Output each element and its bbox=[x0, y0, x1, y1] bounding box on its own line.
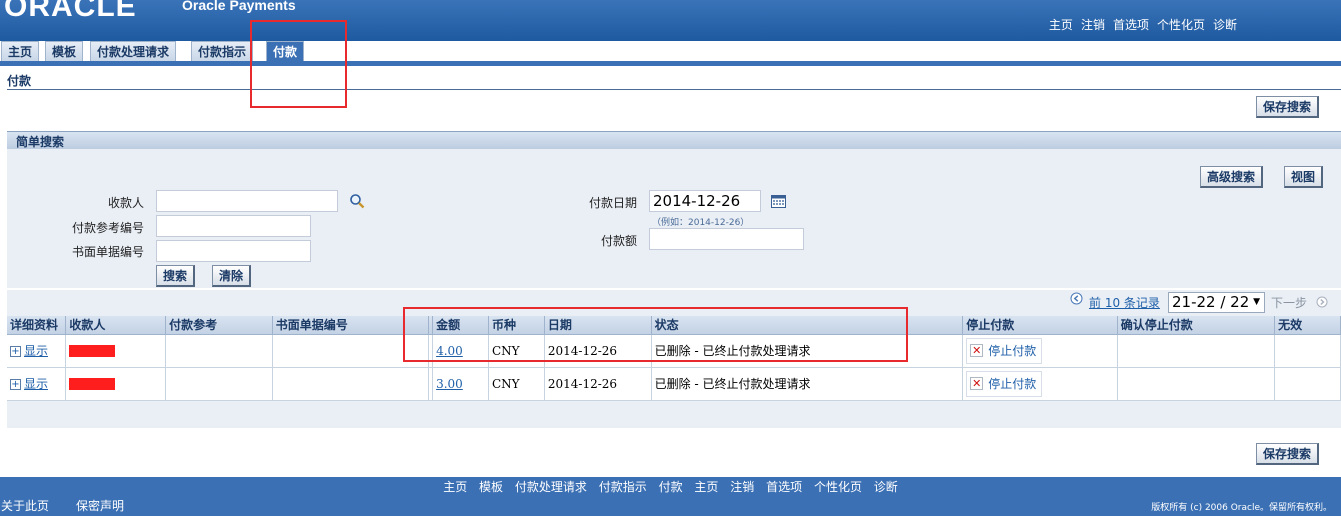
search-lookup-icon[interactable] bbox=[349, 193, 365, 212]
payment-ref-cell bbox=[165, 367, 273, 401]
col-void: 无效 bbox=[1274, 316, 1341, 335]
stop-x-icon: ✕ bbox=[970, 377, 984, 390]
global-link-personalize[interactable]: 个性化页 bbox=[1157, 16, 1205, 33]
amount-cell: 3.00 bbox=[432, 367, 489, 401]
next-icon bbox=[1316, 296, 1328, 311]
payee-label: 收款人 bbox=[107, 196, 144, 210]
col-payment-ref: 付款参考 bbox=[165, 316, 273, 335]
payee-input[interactable] bbox=[156, 190, 338, 212]
dropdown-arrow-icon: ▼ bbox=[1253, 297, 1260, 307]
tab-home[interactable]: 主页 bbox=[1, 41, 40, 63]
previous-icon[interactable] bbox=[1070, 292, 1083, 308]
footer-link-diagnostics[interactable]: 诊断 bbox=[874, 480, 898, 494]
calendar-icon[interactable] bbox=[771, 194, 786, 211]
footer-link-home[interactable]: 主页 bbox=[443, 480, 467, 494]
col-confirm-stop: 确认停止付款 bbox=[1117, 316, 1276, 335]
global-link-preferences[interactable]: 首选项 bbox=[1113, 16, 1149, 33]
stop-payment-cell: ✕ 停止付款 bbox=[962, 367, 1118, 401]
payment-amount-label: 付款额 bbox=[600, 234, 637, 248]
page-title: 付款 bbox=[7, 74, 32, 88]
app-name: Oracle Payments bbox=[182, 0, 296, 13]
expand-icon[interactable]: + bbox=[10, 379, 21, 390]
payment-ref-input[interactable] bbox=[156, 215, 311, 237]
copyright-text: 版权所有 (c) 2006 Oracle。保留所有权利。 bbox=[1151, 503, 1332, 513]
payment-ref-cell bbox=[165, 334, 273, 368]
tab-underline bbox=[0, 61, 1341, 66]
col-payee: 收款人 bbox=[65, 316, 167, 335]
global-link-home[interactable]: 主页 bbox=[1049, 16, 1073, 33]
show-detail-link[interactable]: 显示 bbox=[24, 377, 48, 391]
date-format-hint: （例如：2014-12-26） bbox=[652, 218, 750, 228]
show-detail-link[interactable]: 显示 bbox=[24, 344, 48, 358]
tab-payment-instructions[interactable]: 付款指示 bbox=[191, 41, 254, 63]
redacted-payee bbox=[69, 345, 116, 357]
simple-search-title: 简单搜索 bbox=[16, 135, 65, 149]
footer-links: 主页 模板 付款处理请求 付款指示 付款 主页 注销 首选项 个性化页 诊断 bbox=[0, 478, 1341, 495]
paper-doc-cell bbox=[272, 367, 430, 401]
title-divider bbox=[7, 89, 1341, 90]
expand-icon[interactable]: + bbox=[10, 346, 21, 357]
footer-link-home-2[interactable]: 主页 bbox=[694, 480, 718, 494]
footer-link-personalize[interactable]: 个性化页 bbox=[814, 480, 862, 494]
global-links: 主页 注销 首选项 个性化页 诊断 bbox=[1049, 16, 1237, 33]
void-cell bbox=[1274, 367, 1341, 401]
paper-doc-label: 书面单据编号 bbox=[71, 245, 144, 259]
footer-link-logout[interactable]: 注销 bbox=[730, 480, 754, 494]
footer-bar: 主页 模板 付款处理请求 付款指示 付款 主页 注销 首选项 个性化页 诊断 关… bbox=[0, 477, 1341, 516]
stop-x-icon: ✕ bbox=[970, 344, 984, 357]
stop-payment-cell: ✕ 停止付款 bbox=[962, 334, 1118, 368]
void-cell bbox=[1274, 334, 1341, 368]
save-search-button-top[interactable]: 保存搜索 bbox=[1256, 96, 1320, 118]
status-cell: 已删除 - 已终止付款处理请求 bbox=[651, 367, 964, 401]
search-button[interactable]: 搜索 bbox=[156, 265, 196, 287]
currency-cell: CNY bbox=[488, 367, 545, 401]
next-step-label: 下一步 bbox=[1271, 296, 1308, 310]
global-link-logout[interactable]: 注销 bbox=[1081, 16, 1105, 33]
footer-link-templates[interactable]: 模板 bbox=[479, 480, 503, 494]
view-button[interactable]: 视图 bbox=[1284, 166, 1324, 188]
tab-payment-process-requests[interactable]: 付款处理请求 bbox=[90, 41, 177, 63]
record-range-select[interactable]: 21-22 / 22 ▼ bbox=[1168, 292, 1265, 313]
payment-date-label: 付款日期 bbox=[588, 196, 637, 210]
record-range-value: 21-22 / 22 bbox=[1172, 293, 1250, 311]
oracle-logo: ORACLE bbox=[4, 0, 137, 23]
paper-doc-input[interactable] bbox=[156, 240, 311, 262]
simple-search-header: 简单搜索 bbox=[7, 131, 1341, 149]
annotation-box-tab bbox=[250, 20, 347, 108]
detail-cell: + 显示 bbox=[7, 334, 67, 368]
clear-button[interactable]: 清除 bbox=[212, 265, 252, 287]
col-stop-payment: 停止付款 bbox=[962, 316, 1118, 335]
stop-payment-button[interactable]: ✕ 停止付款 bbox=[966, 337, 1043, 364]
about-page-link[interactable]: 关于此页 bbox=[1, 497, 49, 514]
footer-link-payments[interactable]: 付款 bbox=[659, 480, 683, 494]
footer-link-payment-process-requests[interactable]: 付款处理请求 bbox=[515, 480, 587, 494]
payee-cell bbox=[65, 334, 167, 368]
detail-cell: + 显示 bbox=[7, 367, 67, 401]
global-link-diagnostics[interactable]: 诊断 bbox=[1213, 16, 1237, 33]
advanced-search-button[interactable]: 高级搜索 bbox=[1200, 166, 1264, 188]
payment-date-input[interactable]: 2014-12-26 bbox=[649, 190, 761, 212]
col-details: 详细资料 bbox=[7, 316, 67, 335]
confirm-stop-cell bbox=[1117, 334, 1276, 368]
tab-strip: 主页 模板 付款处理请求 付款指示 付款 bbox=[0, 41, 1341, 63]
amount-link[interactable]: 3.00 bbox=[436, 377, 463, 391]
date-cell: 2014-12-26 bbox=[544, 367, 652, 401]
tab-templates[interactable]: 模板 bbox=[45, 41, 84, 63]
footer-link-payment-instructions[interactable]: 付款指示 bbox=[599, 480, 647, 494]
header-bar: ORACLE Oracle Payments 主页 注销 首选项 个性化页 诊断 bbox=[0, 0, 1341, 41]
previous-records-link[interactable]: 前 10 条记录 bbox=[1089, 294, 1160, 311]
payment-amount-input[interactable] bbox=[649, 228, 804, 250]
annotation-box-row bbox=[403, 307, 908, 362]
footer-link-preferences[interactable]: 首选项 bbox=[766, 480, 802, 494]
confirm-stop-cell bbox=[1117, 367, 1276, 401]
privacy-statement-link[interactable]: 保密声明 bbox=[76, 497, 124, 514]
payment-ref-label: 付款参考编号 bbox=[71, 221, 144, 235]
redacted-payee bbox=[69, 378, 116, 390]
payee-cell bbox=[65, 367, 167, 401]
table-row: + 显示 3.00 CNY 2014-12-26 已删除 - 已终止付款处理请求 … bbox=[7, 367, 1341, 401]
stop-payment-button[interactable]: ✕ 停止付款 bbox=[966, 370, 1043, 397]
save-search-button-bottom[interactable]: 保存搜索 bbox=[1256, 443, 1320, 465]
